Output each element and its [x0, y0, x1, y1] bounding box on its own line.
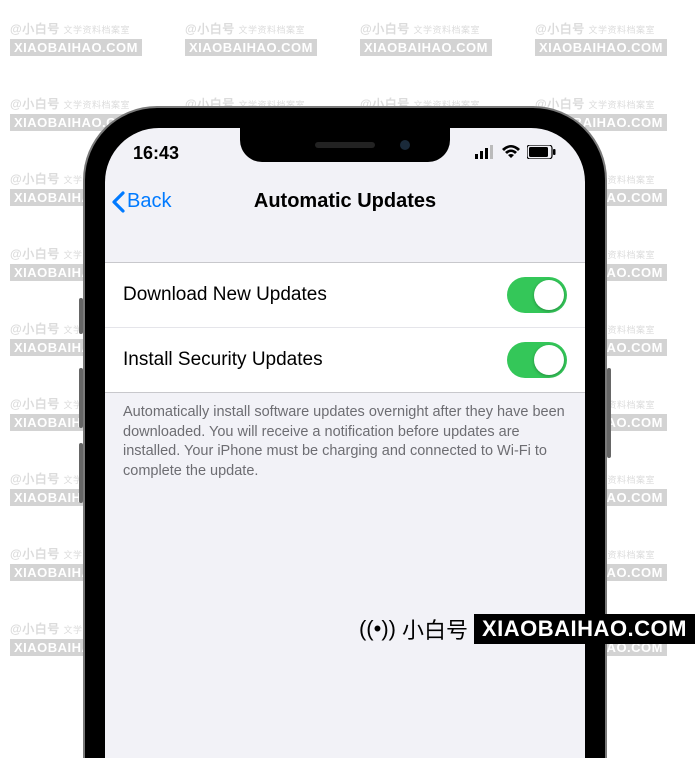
- corner-watermark: ((•)) 小白号 XIAOBAIHAO.COM: [359, 613, 695, 645]
- chevron-left-icon: [111, 191, 125, 213]
- watermark-cell: @小白号 文学资料档案室XIAOBAIHAO.COM: [0, 0, 175, 75]
- cellular-icon: [475, 143, 495, 164]
- volume-down-button: [79, 368, 83, 428]
- watermark-url: XIAOBAIHAO.COM: [474, 614, 695, 644]
- wifi-icon: [501, 143, 521, 164]
- status-time: 16:43: [133, 143, 179, 164]
- watermark-brand: 小白号: [402, 613, 468, 645]
- battery-icon: [527, 143, 557, 164]
- page-title: Automatic Updates: [254, 190, 436, 213]
- watermark-cell: @小白号 文学资料档案室XIAOBAIHAO.COM: [175, 0, 350, 75]
- download-updates-toggle[interactable]: [507, 277, 567, 313]
- power-button: [607, 368, 611, 458]
- download-updates-row: Download New Updates: [105, 263, 585, 328]
- watermark-cell: @小白号 文学资料档案室XIAOBAIHAO.COM: [350, 0, 525, 75]
- phone-screen: 16:43 Back Autom: [105, 128, 585, 758]
- install-security-updates-row: Install Security Updates: [105, 328, 585, 392]
- notch: [240, 128, 450, 162]
- row-label: Download New Updates: [123, 284, 327, 306]
- back-button[interactable]: Back: [111, 190, 171, 213]
- row-label: Install Security Updates: [123, 349, 323, 371]
- mute-switch: [79, 298, 83, 334]
- install-security-updates-toggle[interactable]: [507, 342, 567, 378]
- broadcast-icon: ((•)): [359, 616, 396, 642]
- settings-content: Download New Updates Install Security Up…: [105, 226, 585, 491]
- nav-bar: Back Automatic Updates: [105, 178, 585, 226]
- phone-mockup: 16:43 Back Autom: [85, 108, 605, 758]
- volume-up-button: [79, 443, 83, 503]
- settings-group: Download New Updates Install Security Up…: [105, 262, 585, 393]
- watermark-cell: @小白号 文学资料档案室XIAOBAIHAO.COM: [525, 0, 700, 75]
- settings-footer: Automatically install software updates o…: [105, 393, 585, 491]
- back-label: Back: [127, 190, 171, 213]
